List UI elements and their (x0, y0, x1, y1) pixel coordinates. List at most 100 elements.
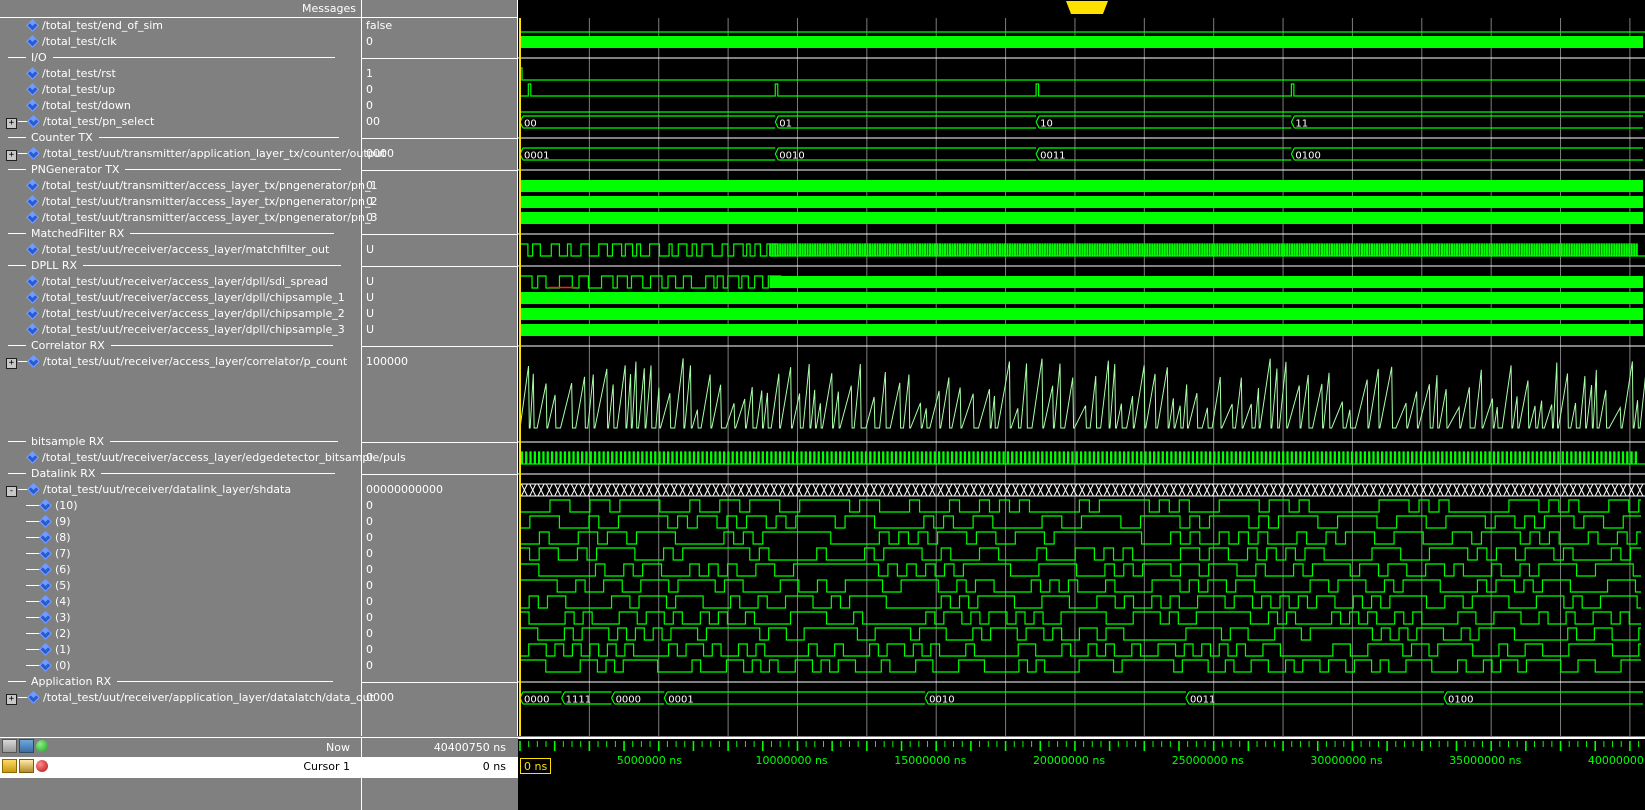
signal-path-label: /total_test/uut/receiver/access_layer/co… (43, 355, 348, 368)
signal-diamond-icon (27, 452, 38, 463)
expand-icon[interactable]: + (6, 358, 17, 369)
signal-row-name[interactable]: (10) (26, 498, 78, 514)
signal-row-name[interactable]: /total_test/uut/transmitter/access_layer… (6, 178, 377, 194)
signal-row-name[interactable]: /total_test/down (6, 98, 131, 114)
time-tick-label: 40000000 (1587, 754, 1644, 767)
signal-row-name[interactable]: (9) (26, 514, 71, 530)
cursor-value[interactable]: 0 ns (362, 758, 512, 776)
signal-path-label: (10) (55, 499, 78, 512)
signal-diamond-icon (28, 484, 39, 495)
signal-value: 0 (366, 611, 373, 624)
signal-row-name[interactable]: /total_test/uut/transmitter/access_layer… (6, 194, 377, 210)
group-label: Correlator RX (31, 339, 105, 352)
signal-group-divider: Counter TX (0, 130, 362, 146)
signal-row-name[interactable]: (7) (26, 546, 71, 562)
group-divider-line (362, 682, 518, 683)
signal-row-name[interactable]: + /total_test/uut/receiver/access_layer/c… (6, 354, 347, 370)
signal-group-divider: Correlator RX (0, 338, 362, 354)
signal-group-divider: I/O (0, 50, 362, 66)
signal-row-name[interactable]: /total_test/up (6, 82, 115, 98)
waveform-pane[interactable]: 00 01 10 11 0001 0010 0011 0100 0000 1111 0000 0001… (518, 0, 1645, 736)
signal-row-name[interactable]: (0) (26, 658, 71, 674)
cursor-flag[interactable] (1066, 1, 1108, 14)
signal-diamond-icon (28, 356, 39, 367)
time-tick-label: 20000000 ns (1032, 754, 1106, 767)
cursor-time-marker[interactable]: 0 ns (520, 758, 552, 774)
signal-row-name[interactable]: /total_test/rst (6, 66, 116, 82)
group-divider-line (362, 442, 518, 443)
signal-row-name[interactable]: + /total_test/pn_select (6, 114, 154, 130)
group-label: bitsample RX (31, 435, 105, 448)
signal-row-name[interactable]: + /total_test/uut/receiver/application_la… (6, 690, 374, 706)
expand-icon[interactable]: + (6, 150, 17, 161)
signal-row-name[interactable]: (2) (26, 626, 71, 642)
time-tick-label: 10000000 ns (755, 754, 828, 767)
now-label: Now (326, 741, 350, 754)
signal-row-name[interactable]: /total_test/uut/receiver/access_layer/ma… (6, 242, 329, 258)
signal-row-name[interactable]: /total_test/uut/receiver/access_layer/dp… (6, 274, 328, 290)
group-divider-line (362, 58, 518, 59)
signal-diamond-icon (27, 244, 38, 255)
signal-value: 0 (366, 595, 373, 608)
signal-value: 0 (366, 531, 373, 544)
collapse-icon[interactable]: - (6, 486, 17, 497)
signal-value: 0 (366, 211, 373, 224)
group-label: I/O (31, 51, 47, 64)
signal-path-label: /total_test/uut/receiver/access_layer/dp… (42, 307, 345, 320)
expand-icon[interactable]: + (6, 118, 17, 129)
group-label: Counter TX (31, 131, 93, 144)
signal-path-label: /total_test/uut/receiver/access_layer/dp… (42, 291, 345, 304)
signal-diamond-icon (27, 100, 38, 111)
signal-diamond-icon (40, 532, 51, 543)
signal-group-divider: PNGenerator TX (0, 162, 362, 178)
signal-diamond-icon (27, 84, 38, 95)
signal-value: U (366, 291, 375, 304)
signal-value: 00000000000 (366, 483, 443, 496)
signal-diamond-icon (40, 580, 51, 591)
pane-divider-1[interactable] (361, 0, 362, 736)
messages-header: Messages (0, 0, 362, 17)
signal-row-name[interactable]: /total_test/uut/receiver/access_layer/ed… (6, 450, 406, 466)
signal-value: 0 (366, 99, 373, 112)
signal-value: U (366, 307, 375, 320)
signal-row-name[interactable]: /total_test/clk (6, 34, 117, 50)
signal-diamond-icon (28, 148, 39, 159)
signal-row-name[interactable]: (5) (26, 578, 71, 594)
signal-value: 0 (366, 83, 373, 96)
signal-diamond-icon (40, 516, 51, 527)
signal-row-name[interactable]: - /total_test/uut/receiver/datalink_layer… (6, 482, 291, 498)
signal-diamond-icon (27, 68, 38, 79)
signal-group-divider: Application RX (0, 674, 362, 690)
signal-value: 00 (366, 115, 380, 128)
signal-row-name[interactable]: /total_test/end_of_sim (6, 18, 163, 34)
signal-row-name[interactable]: /total_test/uut/receiver/access_layer/dp… (6, 306, 345, 322)
cursor-label[interactable]: Cursor 1 (0, 758, 356, 776)
signal-row-name[interactable]: (8) (26, 530, 71, 546)
signal-diamond-icon (27, 308, 38, 319)
signal-row-name[interactable]: /total_test/uut/receiver/access_layer/dp… (6, 322, 345, 338)
group-divider-line (362, 346, 518, 347)
signal-group-divider: DPLL RX (0, 258, 362, 274)
signal-diamond-icon (40, 644, 51, 655)
signal-row-name[interactable]: /total_test/uut/transmitter/access_layer… (6, 210, 377, 226)
now-value: 40400750 ns (433, 741, 506, 754)
signal-row-name[interactable]: + /total_test/uut/transmitter/application… (6, 146, 386, 162)
expand-icon[interactable]: + (6, 694, 17, 705)
group-divider-line (362, 170, 518, 171)
signal-row-name[interactable]: (6) (26, 562, 71, 578)
signal-path-label: (0) (55, 659, 71, 672)
waveform-canvas[interactable]: 00 01 10 11 0001 0010 0011 0100 0000 1111 0000 0001… (518, 0, 1645, 736)
signal-value: 0000 (366, 691, 394, 704)
signal-row-name[interactable]: /total_test/uut/receiver/access_layer/dp… (6, 290, 345, 306)
signal-path-label: /total_test/down (42, 99, 131, 112)
signal-row-name[interactable]: (1) (26, 642, 71, 658)
signal-row-name[interactable]: (3) (26, 610, 71, 626)
time-axis[interactable]: 5000000 ns 10000000 ns 15000000 ns 20000000… (518, 737, 1645, 810)
signal-diamond-icon (40, 628, 51, 639)
signal-row-name[interactable]: (4) (26, 594, 71, 610)
waveform-svg: 00 01 10 110001 0010 0011 01000000 1111 0000 0001… (518, 18, 1645, 736)
signal-path-label: /total_test/uut/receiver/datalink_layer/… (43, 483, 292, 496)
group-divider-line (362, 474, 518, 475)
signal-path-label: (8) (55, 531, 71, 544)
signal-path-label: /total_test/uut/transmitter/access_layer… (42, 211, 378, 224)
